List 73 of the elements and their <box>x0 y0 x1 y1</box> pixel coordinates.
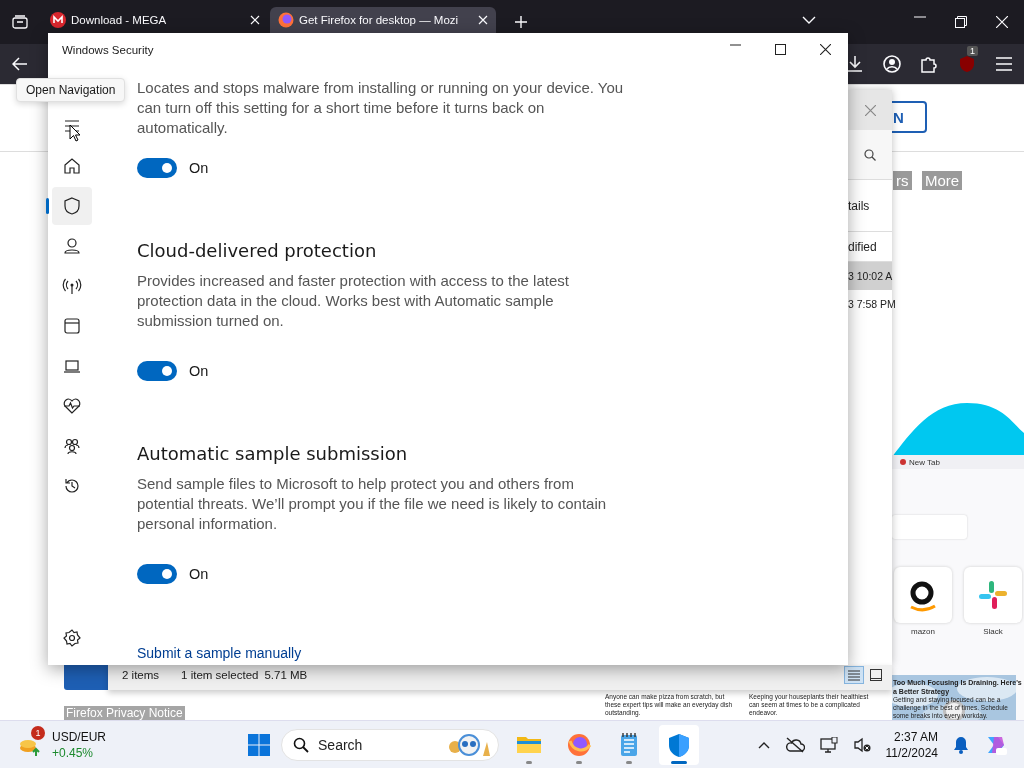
extension-badge: 1 <box>967 46 978 56</box>
section-heading: Automatic sample submission <box>137 442 409 466</box>
pinwheel-logo-icon <box>977 579 1009 611</box>
widget-change: +0.45% <box>52 744 95 761</box>
notification-badge: 1 <box>31 725 45 740</box>
settings-icon <box>62 628 82 648</box>
date-modified-cell: 3 10:02 A <box>848 270 893 282</box>
toggle-label: On <box>189 566 209 582</box>
clock-date: 11/2/2024 <box>885 744 938 761</box>
section-description: Provides increased and faster protection with access to the latest protection data in the cloud. Works best with Automatic sample submission turned on. <box>137 271 570 331</box>
windows-start-icon[interactable] <box>247 732 271 757</box>
clock[interactable]: 2:37 AM 11/2/2024 <box>885 728 938 761</box>
toggle-label: On <box>189 363 209 379</box>
browser-tab[interactable]: Get Firefox for desktop — Mozi <box>270 7 496 33</box>
download-icon[interactable] <box>846 55 864 73</box>
antenna-icon <box>62 276 82 296</box>
menu-icon[interactable] <box>996 57 1012 71</box>
taskbar-app-button[interactable] <box>659 724 699 765</box>
heart-pulse-icon <box>62 396 82 416</box>
view-toggle-button[interactable] <box>844 666 864 684</box>
widgets-button[interactable]: 1 USD/EUR +0.45% <box>0 722 116 767</box>
restore-icon[interactable] <box>955 16 967 28</box>
history-icon <box>62 476 82 496</box>
mouse-cursor-icon <box>69 124 81 142</box>
people-icon <box>62 436 82 456</box>
account-icon[interactable] <box>883 55 901 73</box>
mega-logo-icon <box>50 12 66 28</box>
maximize-icon[interactable] <box>775 44 786 55</box>
new-tab-icon[interactable] <box>514 15 528 29</box>
browser-tab[interactable]: Download - MEGA <box>42 7 268 33</box>
window-icon <box>62 316 82 336</box>
monitor-icon[interactable] <box>819 736 838 753</box>
preview-pane-icon <box>870 669 882 681</box>
details-view-icon <box>848 669 860 681</box>
shield-icon <box>62 196 82 216</box>
cloud-off-icon[interactable] <box>784 736 805 753</box>
details-button[interactable]: tails <box>848 198 870 213</box>
toggle-switch[interactable] <box>137 158 177 178</box>
search-icon[interactable] <box>864 148 876 161</box>
selection-size: 5.71 MB <box>264 669 308 681</box>
clock-time: 2:37 AM <box>893 728 938 745</box>
column-header[interactable]: dified <box>848 239 877 254</box>
date-modified-cell: 3 7:58 PM <box>848 298 896 310</box>
toggle-label: On <box>189 160 209 176</box>
home-icon <box>62 156 82 176</box>
shortcut-label: mazon <box>911 627 935 636</box>
tooltip: Open Navigation <box>16 78 126 102</box>
file-row[interactable]: 3 10:02 A <box>848 262 892 290</box>
tab-overflow-chevron-icon[interactable] <box>802 16 816 24</box>
item-count: 2 items <box>122 669 160 681</box>
submit-sample-link[interactable]: Submit a sample manually <box>137 645 302 661</box>
bell-icon[interactable] <box>953 735 969 754</box>
shortcut-label: Slack <box>983 627 1003 636</box>
puzzle-piece-icon[interactable] <box>920 55 938 73</box>
toggle-switch[interactable] <box>137 564 177 584</box>
person-icon <box>62 236 82 256</box>
preview-tab-title: New Tab <box>909 457 940 467</box>
firefox-logo-icon <box>278 12 294 28</box>
selection-info: 1 item selected <box>181 669 259 681</box>
toggle-switch[interactable] <box>137 361 177 381</box>
search-icon <box>293 736 309 753</box>
speaker-muted-icon[interactable] <box>852 736 871 753</box>
firefox-logo-icon <box>900 459 906 465</box>
search-field[interactable]: Search <box>281 728 499 761</box>
window-title: Windows Security <box>62 43 154 56</box>
chevron-up-icon[interactable] <box>757 740 770 749</box>
section-heading: Cloud-delivered protection <box>137 239 378 263</box>
section-description: Locates and stops malware from installing or running on your device. You can turn off this setting for a short time before it turns back on automatically. <box>137 78 625 138</box>
widget-title: USD/EUR <box>52 728 106 745</box>
back-arrow-icon[interactable] <box>12 57 28 71</box>
section-description: Send sample files to Microsoft to help protect you and others from potential threats. We’ll prompt you if the file we need is likely to contain personal information. <box>137 474 608 534</box>
close-icon[interactable] <box>820 44 831 55</box>
tab-list-icon[interactable] <box>12 15 28 29</box>
